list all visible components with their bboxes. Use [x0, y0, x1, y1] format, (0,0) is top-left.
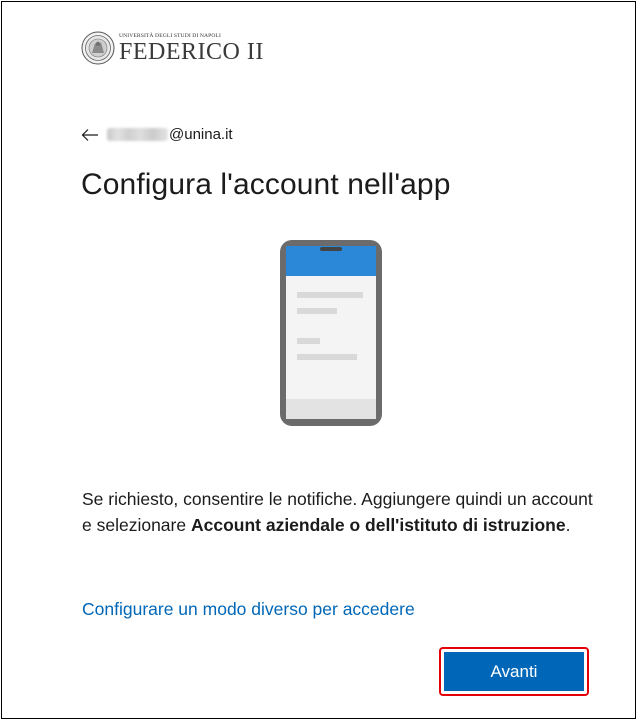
logo-wordmark: UNIVERSITÀ DEGLI STUDI DI NAPOLI FEDERIC… [119, 33, 264, 64]
alternate-sign-in-link[interactable]: Configurare un modo diverso per accedere [82, 599, 415, 620]
instructions-bold: Account aziendale o dell'istituto di ist… [190, 515, 566, 535]
email-domain: @unina.it [169, 126, 233, 143]
university-logo: UNIVERSITÀ DEGLI STUDI DI NAPOLI FEDERIC… [81, 28, 264, 68]
account-identity: @unina.it [81, 126, 233, 143]
smartphone-icon [280, 240, 382, 426]
next-button[interactable]: Avanti [444, 652, 584, 691]
university-seal-icon [81, 31, 115, 65]
instructions-end: . [565, 515, 571, 535]
sign-in-card: UNIVERSITÀ DEGLI STUDI DI NAPOLI FEDERIC… [1, 1, 636, 719]
arrow-left-icon[interactable] [81, 128, 99, 142]
redacted-username [107, 128, 168, 141]
logo-main-text: FEDERICO II [119, 38, 264, 65]
instructions-text: Se richiesto, consentire le notifiche. A… [82, 486, 594, 538]
page-title: Configura l'account nell'app [81, 168, 451, 201]
